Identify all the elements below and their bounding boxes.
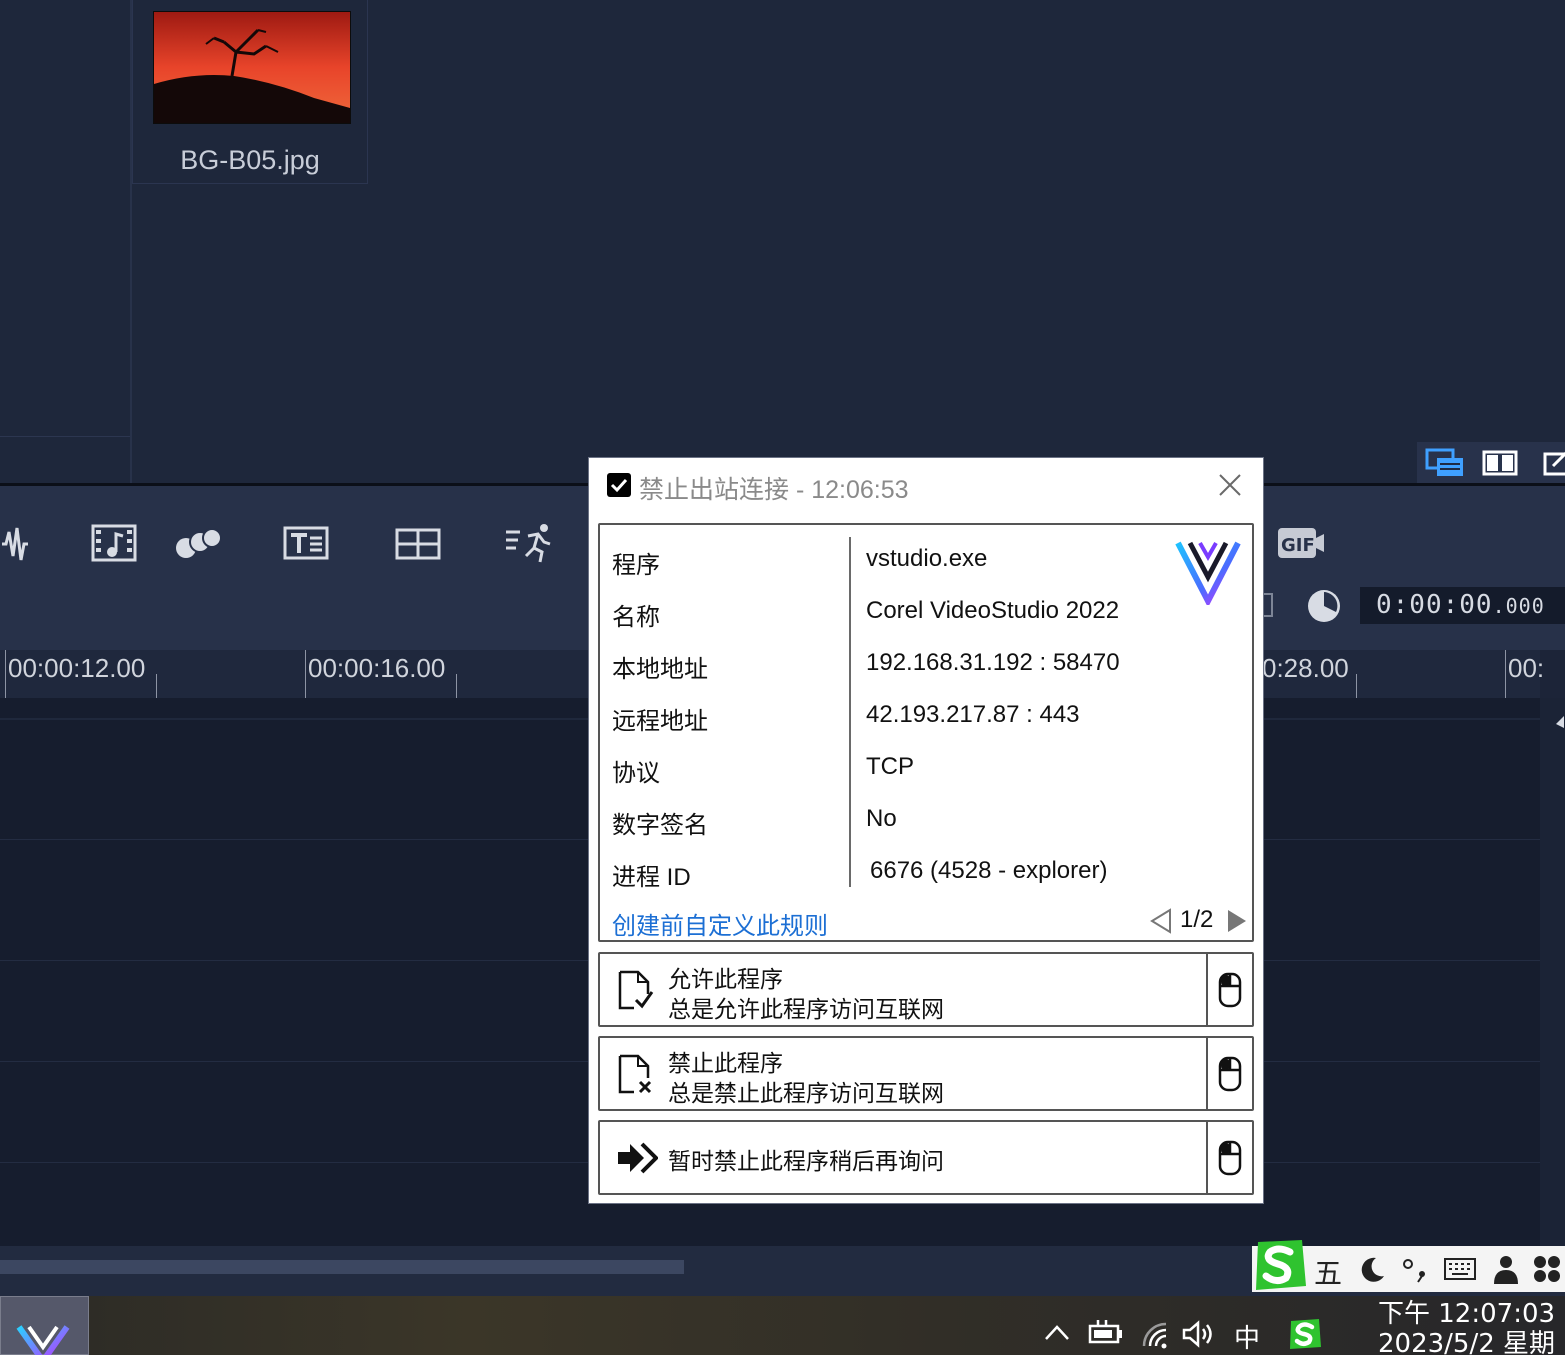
- button-separator: [1206, 954, 1208, 1025]
- title-text-icon[interactable]: [282, 522, 332, 566]
- horizontal-scroll-thumb[interactable]: [0, 1260, 684, 1274]
- mouse-icon[interactable]: [1218, 972, 1242, 1008]
- ruler-tick: [456, 674, 457, 698]
- label-remote-address: 远程地址: [612, 708, 708, 735]
- customize-rule-link[interactable]: 创建前自定义此规则: [612, 906, 828, 941]
- alert-pager: 1/2: [1150, 906, 1250, 936]
- prev-page-icon[interactable]: [1150, 908, 1172, 934]
- next-page-icon[interactable]: [1226, 908, 1248, 934]
- button-separator: [1206, 1122, 1208, 1193]
- label-protocol: 协议: [612, 760, 660, 787]
- block-title: 禁止此程序: [668, 1050, 783, 1076]
- music-film-icon[interactable]: [90, 522, 140, 566]
- audio-wave-icon[interactable]: [0, 522, 30, 566]
- clock-icon[interactable]: [1306, 588, 1342, 632]
- label-signature: 数字签名: [612, 812, 708, 839]
- value-name: Corel VideoStudio 2022: [866, 597, 1120, 624]
- ruler-label: 0:28.00: [1262, 653, 1349, 683]
- block-temporarily-title: 暂时禁止此程序稍后再询问: [668, 1148, 944, 1174]
- ruler-label: 00:00:12.00: [8, 653, 146, 683]
- moon-icon[interactable]: [1358, 1256, 1386, 1291]
- ime-toolbar: 五: [1252, 1240, 1565, 1292]
- page-count: 1/2: [1180, 906, 1214, 933]
- dialog-title: 禁止出站连接 - 12:06:53: [639, 476, 909, 504]
- ruler-tick: [1356, 674, 1357, 698]
- ruler-tick: [156, 674, 157, 698]
- ime-mode[interactable]: 五: [1314, 1252, 1342, 1292]
- firewall-alert-dialog: 禁止出站连接 - 12:06:53 程序 vstudio.exe 名称 Core…: [588, 457, 1264, 1204]
- punctuation-icon[interactable]: [1402, 1256, 1432, 1291]
- label-process-id: 进程 ID: [612, 864, 691, 891]
- volume-icon[interactable]: [1182, 1320, 1216, 1355]
- taskbar: 中 下午 12:07:03 2023/5/2 星期二: [0, 1296, 1565, 1355]
- vertical-scrollbar[interactable]: [1540, 698, 1565, 1246]
- split-view-icon[interactable]: [1481, 448, 1521, 478]
- toolbox-icon[interactable]: [1532, 1254, 1562, 1291]
- storyboard-view-icon[interactable]: [1425, 448, 1465, 478]
- videostudio-logo-icon: [1174, 537, 1242, 608]
- close-icon[interactable]: [1217, 472, 1243, 498]
- clock-date: 2023/5/2 星期二: [1378, 1329, 1556, 1355]
- wifi-icon[interactable]: [1140, 1320, 1170, 1355]
- block-subtitle: 总是禁止此程序访问互联网: [668, 1080, 944, 1106]
- library-view-buttons: [1417, 442, 1565, 483]
- ruler-label: 00:: [1508, 653, 1545, 683]
- block-program-button[interactable]: 禁止此程序 总是禁止此程序访问互联网: [598, 1036, 1254, 1111]
- document-x-icon: [616, 1054, 656, 1094]
- thumbnail-filename: BG-B05.jpg: [180, 145, 320, 175]
- battery-power-icon[interactable]: [1088, 1320, 1124, 1353]
- ruler-tick: [1505, 650, 1506, 698]
- screen: BG-B05.jpg GIF 0:00:00.000 00:00:12.00 0…: [0, 0, 1565, 1355]
- value-local-address: 192.168.31.192 : 58470: [866, 649, 1120, 676]
- mouse-icon[interactable]: [1218, 1140, 1242, 1176]
- edit-icon[interactable]: [1541, 448, 1565, 478]
- connection-info-panel: 程序 vstudio.exe 名称 Corel VideoStudio 2022…: [598, 523, 1254, 942]
- value-remote-address: 42.193.217.87 : 443: [866, 701, 1080, 728]
- user-icon[interactable]: [1492, 1254, 1520, 1291]
- system-clock[interactable]: 下午 12:07:03 2023/5/2 星期二: [1378, 1299, 1565, 1355]
- value-program: vstudio.exe: [866, 545, 988, 572]
- block-temporarily-button[interactable]: 暂时禁止此程序稍后再询问: [598, 1120, 1254, 1195]
- gif-icon[interactable]: GIF: [1276, 522, 1326, 566]
- transition-icon[interactable]: [174, 522, 224, 566]
- label-name: 名称: [612, 604, 660, 631]
- button-separator: [1206, 1038, 1208, 1109]
- panel-separator: [0, 436, 130, 437]
- label-program: 程序: [612, 552, 660, 579]
- value-protocol: TCP: [866, 753, 914, 780]
- ruler-tick: [5, 650, 6, 698]
- mouse-icon[interactable]: [1218, 1056, 1242, 1092]
- scroll-up-icon[interactable]: [1540, 698, 1565, 728]
- sogou-logo-icon[interactable]: [1252, 1238, 1308, 1299]
- ruler-tick: [305, 650, 306, 698]
- sogou-tray-icon[interactable]: [1288, 1318, 1322, 1355]
- taskbar-videostudio-app[interactable]: [0, 1296, 89, 1355]
- allow-program-button[interactable]: 允许此程序 总是允许此程序访问互联网: [598, 952, 1254, 1027]
- keyboard-icon[interactable]: [1444, 1256, 1476, 1289]
- dialog-checkbox[interactable]: [607, 473, 631, 497]
- info-divider: [849, 537, 851, 887]
- document-check-icon: [616, 970, 656, 1010]
- grid-layout-icon[interactable]: [394, 522, 444, 566]
- svg-text:GIF: GIF: [1281, 535, 1315, 556]
- tray-expand-icon[interactable]: [1044, 1318, 1070, 1348]
- allow-subtitle: 总是允许此程序访问互联网: [668, 996, 944, 1022]
- timecode-display[interactable]: 0:00:00.000: [1360, 587, 1565, 624]
- value-process-id: 6676 (4528 - explorer): [870, 857, 1108, 884]
- media-thumbnail-card[interactable]: BG-B05.jpg: [132, 0, 368, 184]
- media-library: BG-B05.jpg: [132, 0, 1565, 483]
- label-local-address: 本地地址: [612, 656, 708, 683]
- ruler-label: 00:00:16.00: [308, 653, 446, 683]
- double-arrow-right-icon: [616, 1138, 659, 1178]
- allow-title: 允许此程序: [668, 966, 783, 992]
- library-left-panel: [0, 0, 132, 483]
- value-signature: No: [866, 805, 897, 832]
- clock-time: 下午 12:07:03: [1378, 1299, 1556, 1329]
- motion-runner-icon[interactable]: [504, 522, 554, 566]
- input-language[interactable]: 中: [1234, 1318, 1260, 1355]
- thumbnail-image[interactable]: [153, 11, 351, 124]
